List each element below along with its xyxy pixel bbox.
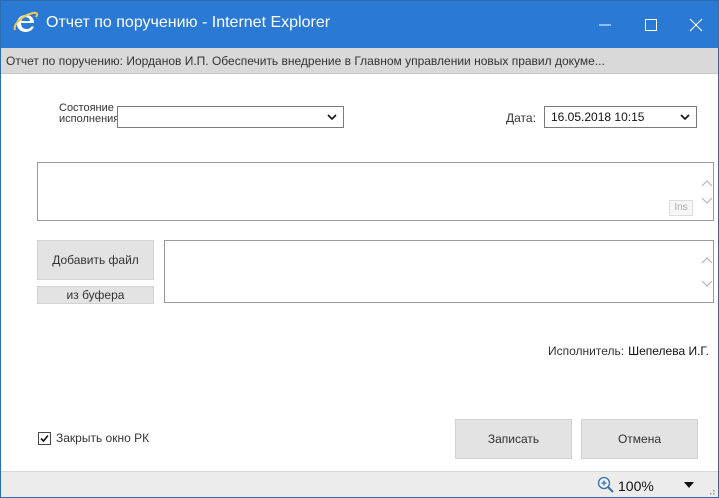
checkmark-icon bbox=[40, 434, 49, 442]
add-file-button[interactable]: Добавить файл bbox=[37, 240, 154, 280]
dropdown-arrow-icon[interactable] bbox=[684, 481, 694, 489]
executor-info: Исполнитель: Шепелева И.Г. bbox=[548, 344, 709, 358]
minimize-button[interactable] bbox=[582, 1, 628, 48]
title-bar[interactable]: Отчет по поручению - Internet Explorer bbox=[1, 1, 718, 48]
report-textarea[interactable]: Ins bbox=[37, 162, 714, 221]
chevron-down-icon bbox=[327, 114, 337, 121]
close-button[interactable] bbox=[673, 1, 718, 48]
zoom-in-icon[interactable] bbox=[597, 476, 615, 494]
date-select[interactable]: 16.05.2018 10:15 bbox=[544, 106, 697, 128]
executor-name: Шепелева И.Г. bbox=[628, 344, 709, 358]
ie-logo-icon bbox=[13, 11, 38, 32]
scroll-up-icon[interactable] bbox=[701, 178, 713, 188]
ie-window: Отчет по поручению - Internet Explorer О… bbox=[0, 0, 719, 498]
scroll-up-icon[interactable] bbox=[701, 255, 713, 265]
close-icon bbox=[689, 18, 703, 31]
date-select-value: 16.05.2018 10:15 bbox=[551, 110, 645, 124]
scroll-down-icon[interactable] bbox=[701, 279, 713, 289]
cancel-button[interactable]: Отмена bbox=[581, 419, 698, 459]
checkbox-box[interactable] bbox=[38, 431, 51, 445]
files-list[interactable] bbox=[164, 240, 714, 303]
report-subtitle: Отчет по поручению: Иорданов И.П. Обеспе… bbox=[1, 48, 718, 74]
save-button[interactable]: Записать bbox=[455, 419, 572, 459]
window-title: Отчет по поручению - Internet Explorer bbox=[46, 14, 331, 31]
state-select[interactable] bbox=[117, 106, 344, 128]
from-buffer-button[interactable]: из буфера bbox=[37, 286, 154, 304]
date-label: Дата: bbox=[506, 111, 536, 125]
close-window-checkbox[interactable]: Закрыть окно РК bbox=[38, 431, 149, 445]
close-window-label: Закрыть окно РК bbox=[56, 431, 150, 445]
ins-button[interactable]: Ins bbox=[669, 200, 693, 216]
zoom-level[interactable]: 100% bbox=[618, 478, 654, 494]
maximize-icon bbox=[645, 18, 657, 31]
maximize-button[interactable] bbox=[628, 1, 674, 48]
scroll-down-icon[interactable] bbox=[701, 196, 713, 206]
chevron-down-icon bbox=[680, 114, 690, 121]
minimize-icon bbox=[599, 24, 611, 25]
resize-grip-icon[interactable] bbox=[707, 487, 715, 495]
status-bar: 100% bbox=[1, 471, 718, 497]
state-label: Состояние исполнения: bbox=[59, 102, 123, 125]
executor-label: Исполнитель: bbox=[548, 344, 625, 358]
